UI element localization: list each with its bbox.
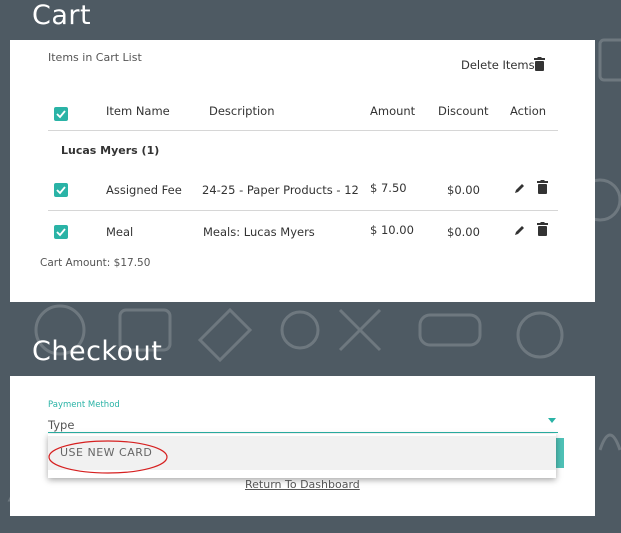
row-checkbox[interactable] (54, 183, 68, 197)
item-name: Assigned Fee (106, 183, 182, 197)
payment-type-select[interactable]: Type (48, 414, 558, 433)
trash-icon[interactable] (537, 222, 548, 236)
trash-icon[interactable] (537, 180, 548, 194)
cart-panel: Items in Cart List Delete Items Item Nam… (10, 40, 595, 302)
checkmark-icon (56, 110, 66, 119)
column-header-action: Action (510, 104, 547, 118)
payment-method-label: Payment Method (48, 400, 120, 410)
delete-items-button[interactable]: Delete Items (461, 57, 545, 72)
row-checkbox[interactable] (54, 225, 68, 239)
items-in-cart-list-label: Items in Cart List (48, 51, 142, 64)
item-discount: $0.00 (447, 225, 480, 239)
select-all-checkbox[interactable] (54, 107, 68, 121)
pencil-icon[interactable] (514, 224, 526, 236)
item-description: Meals: Lucas Myers (203, 225, 315, 239)
student-group-label: Lucas Myers (1) (61, 144, 160, 157)
cart-title: Cart (32, 0, 92, 31)
column-header-amount: Amount (370, 104, 416, 118)
item-discount: $0.00 (447, 183, 480, 197)
row-divider (48, 210, 558, 211)
delete-items-label: Delete Items (461, 58, 535, 72)
trash-icon (534, 57, 545, 71)
header-divider (48, 130, 558, 131)
item-amount: $ 7.50 (370, 181, 407, 195)
item-name: Meal (106, 225, 134, 239)
item-amount: $ 10.00 (370, 223, 414, 237)
caret-down-icon (548, 418, 556, 423)
return-to-dashboard-link[interactable]: Return To Dashboard (245, 478, 360, 491)
cart-amount: Cart Amount: $17.50 (40, 257, 151, 269)
checkmark-icon (56, 228, 66, 237)
annotation-circle (48, 440, 168, 474)
column-header-item-name: Item Name (106, 104, 170, 118)
checkmark-icon (56, 186, 66, 195)
checkout-title: Checkout (32, 336, 163, 367)
column-header-description: Description (209, 104, 275, 118)
pencil-icon[interactable] (514, 182, 526, 194)
column-header-discount: Discount (438, 104, 489, 118)
item-description: 24-25 - Paper Products - 12 (202, 183, 359, 197)
checkout-panel: Payment Method Type USE NEW CARD Return … (10, 376, 595, 516)
type-placeholder: Type (48, 418, 75, 432)
